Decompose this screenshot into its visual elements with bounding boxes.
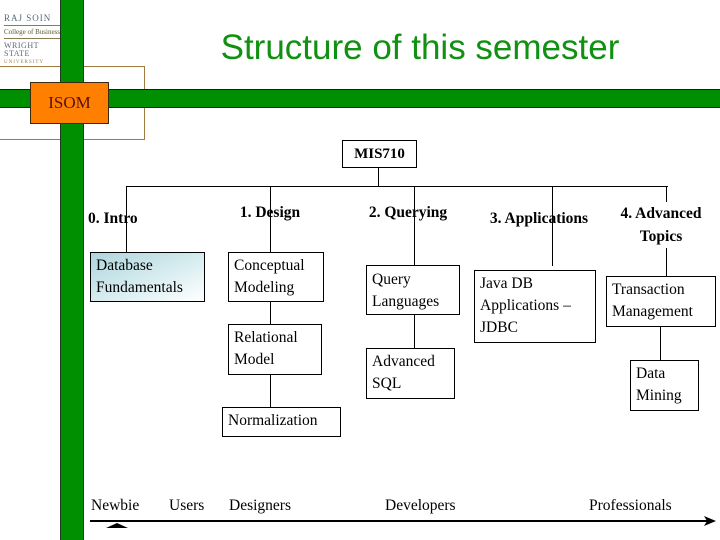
stem-advanced-2 — [660, 327, 661, 360]
node-text-line: Data — [636, 365, 666, 382]
logo-line-3: WRIGHT STATE — [4, 41, 39, 58]
node-query-languages: Query Languages — [366, 265, 460, 315]
category-advanced-line-2: Topics — [639, 228, 683, 245]
node-text-line: JDBC — [480, 319, 518, 336]
node-text-line: Applications – — [480, 297, 571, 314]
node-text-line: Management — [612, 303, 693, 320]
node-normalization: Normalization — [222, 407, 341, 437]
category-advanced-topics: 4. Advanced Topics — [606, 202, 716, 248]
stem-design-2 — [270, 302, 271, 324]
slide-title: Structure of this semester — [220, 28, 620, 67]
node-advanced-sql: Advanced SQL — [366, 348, 455, 399]
node-text-line: Query — [372, 271, 411, 288]
isom-badge-label: ISOM — [48, 93, 91, 112]
university-logo: RAJ SOIN College of Business WRIGHT STAT… — [4, 14, 60, 65]
node-text-line: Advanced — [372, 353, 435, 370]
node-text-line: Mining — [636, 387, 682, 404]
root-node-label: MIS710 — [354, 146, 405, 162]
node-data-mining: Data Mining — [630, 360, 699, 411]
node-text-line: SQL — [372, 375, 402, 392]
stem-design-3 — [270, 375, 271, 407]
logo-line-1: RAJ SOIN — [4, 14, 60, 26]
node-text-line: Relational — [234, 329, 298, 346]
timeline-axis — [90, 516, 716, 528]
node-text-line: Model — [234, 351, 275, 368]
logo-line-4: UNIVERSITY — [4, 60, 44, 65]
node-text-line: Fundamentals — [96, 279, 183, 296]
logo-line-2: College of Business — [4, 29, 60, 39]
node-text-line: Modeling — [234, 279, 295, 296]
green-vertical-bar — [60, 0, 84, 540]
stem-querying — [414, 186, 415, 266]
root-node-mis710: MIS710 — [342, 140, 417, 168]
node-text-line: Transaction — [612, 281, 685, 298]
category-applications: 3. Applications — [489, 210, 589, 227]
node-text-line: Java DB — [480, 275, 533, 292]
node-text-line: Database — [96, 257, 153, 274]
category-advanced-line-1: 4. Advanced — [620, 205, 702, 222]
node-text-line: Normalization — [228, 412, 318, 429]
root-stem — [378, 166, 379, 187]
current-level-marker-icon — [106, 523, 128, 528]
category-querying: 2. Querying — [368, 204, 448, 221]
node-text-line: Languages — [372, 293, 440, 310]
node-transaction-management: Transaction Management — [606, 276, 716, 327]
node-database-fundamentals: Database Fundamentals — [90, 252, 205, 302]
node-java-db-applications: Java DB Applications – JDBC — [474, 270, 596, 343]
isom-badge: ISOM — [30, 82, 109, 124]
stem-querying-2 — [414, 315, 415, 348]
category-intro: 0. Intro — [88, 210, 138, 227]
branch-bar — [126, 186, 668, 187]
node-text-line: Conceptual — [234, 257, 305, 274]
node-relational-model: Relational Model — [228, 324, 322, 375]
node-conceptual-modeling: Conceptual Modeling — [228, 252, 324, 302]
category-design: 1. Design — [239, 204, 301, 221]
